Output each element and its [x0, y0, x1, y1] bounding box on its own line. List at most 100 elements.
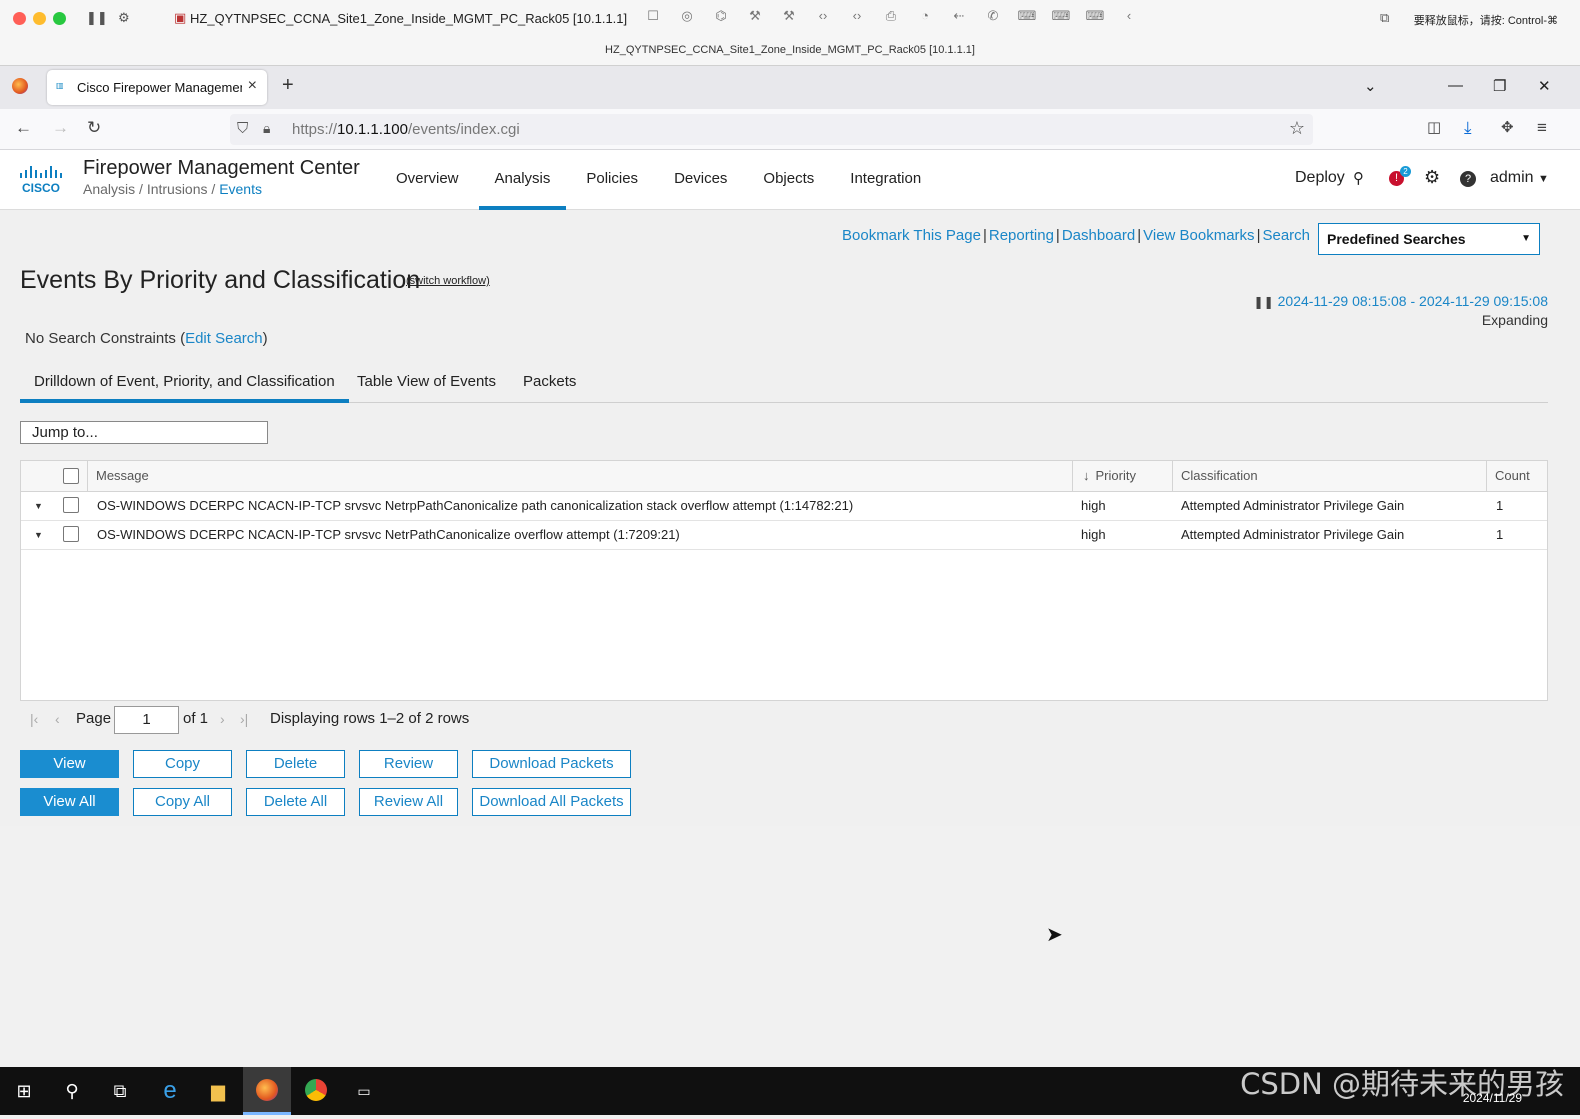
search-icon[interactable]: ⚲ [1353, 169, 1364, 187]
keyboard-third-icon[interactable]: ⌨ [1078, 8, 1112, 24]
url-bar[interactable]: ⛉ 🔒︎ https://10.1.1.100/events/index.cgi… [230, 114, 1313, 145]
downloads-icon[interactable]: ⤓ [1464, 118, 1472, 138]
table-row[interactable]: ▼ OS-WINDOWS DCERPC NCACN-IP-TCP srvsvc … [21, 492, 1547, 521]
nav-overview[interactable]: Overview [380, 150, 475, 210]
row-message[interactable]: OS-WINDOWS DCERPC NCACN-IP-TCP srvsvc Ne… [97, 492, 853, 520]
breadcrumb-analysis[interactable]: Analysis [83, 181, 135, 197]
expand-row-icon[interactable]: ▼ [34, 521, 43, 549]
back-icon[interactable]: ⇠ [942, 8, 976, 24]
row-checkbox[interactable] [63, 526, 79, 542]
close-window-button[interactable] [13, 12, 26, 25]
tab-packets[interactable]: Packets [509, 364, 590, 403]
firefox-taskbar-icon[interactable] [243, 1067, 291, 1115]
close-tab-icon[interactable]: × [248, 77, 257, 95]
download-all-packets-button[interactable]: Download All Packets [472, 788, 631, 816]
row-classification[interactable]: Attempted Administrator Privilege Gain [1181, 521, 1404, 549]
nav-policies[interactable]: Policies [570, 150, 654, 210]
dashboard-link[interactable]: Dashboard [1062, 227, 1135, 244]
view-all-button[interactable]: View All [20, 788, 119, 816]
shield-icon[interactable]: ⛉ [237, 120, 248, 137]
close-icon[interactable]: ✕ [1538, 77, 1551, 95]
reporting-link[interactable]: Reporting [989, 227, 1054, 244]
row-classification[interactable]: Attempted Administrator Privilege Gain [1181, 492, 1404, 520]
chevron-left-icon[interactable]: ‹ [1112, 8, 1146, 24]
prev-page-icon[interactable]: ‹ [55, 711, 60, 727]
deploy-button[interactable]: Deploy [1295, 169, 1345, 187]
delete-button[interactable]: Delete [246, 750, 345, 778]
row-priority[interactable]: high [1081, 521, 1106, 549]
phone-icon[interactable]: ✆ [976, 8, 1010, 24]
download-packets-button[interactable]: Download Packets [472, 750, 631, 778]
zoom-window-button[interactable] [53, 12, 66, 25]
code-alt-icon[interactable]: ‹› [840, 8, 874, 24]
nav-integration[interactable]: Integration [834, 150, 937, 210]
window-icon[interactable]: ☐ [636, 8, 670, 24]
switch-workflow-link[interactable]: (switch workflow) [406, 275, 490, 287]
new-tab-icon[interactable]: + [282, 74, 294, 97]
copy-all-button[interactable]: Copy All [133, 788, 232, 816]
extensions-icon[interactable]: ✥ [1501, 118, 1514, 136]
minimize-icon[interactable]: — [1448, 77, 1463, 94]
nav-devices[interactable]: Devices [658, 150, 743, 210]
last-page-icon[interactable]: ›| [240, 711, 248, 727]
reload-icon[interactable]: ↻ [87, 118, 101, 138]
row-count[interactable]: 1 [1496, 521, 1503, 549]
review-all-button[interactable]: Review All [359, 788, 458, 816]
internet-explorer-icon[interactable]: e [146, 1067, 194, 1115]
bookmark-star-icon[interactable]: ☆ [1289, 118, 1305, 139]
chrome-icon[interactable] [292, 1067, 340, 1115]
column-classification[interactable]: Classification [1172, 461, 1486, 491]
select-all-checkbox[interactable] [63, 468, 79, 484]
first-page-icon[interactable]: |‹ [30, 711, 38, 727]
windows-start-icon[interactable]: ⊞ [0, 1067, 48, 1115]
breadcrumb-intrusions[interactable]: Intrusions [147, 181, 208, 197]
view-bookmarks-link[interactable]: View Bookmarks [1143, 227, 1254, 244]
copy-button[interactable]: Copy [133, 750, 232, 778]
keyboard-icon[interactable]: ⌨ [1010, 8, 1044, 24]
user-icon[interactable]: ◔ [908, 8, 942, 24]
pause-icon[interactable]: ❚❚ [86, 10, 108, 26]
predefined-searches-select[interactable]: Predefined Searches ▼ [1318, 223, 1540, 255]
gear-icon[interactable]: ⚙ [1424, 167, 1440, 188]
jump-to-select[interactable]: Jump to... [20, 421, 268, 444]
back-arrow-icon[interactable]: ← [15, 118, 32, 138]
search-icon[interactable]: ⚲ [48, 1067, 96, 1115]
nav-analysis[interactable]: Analysis [478, 150, 567, 210]
keyboard-alt-icon[interactable]: ⌨ [1044, 8, 1078, 24]
list-tabs-icon[interactable]: ⌄ [1364, 77, 1377, 95]
expand-row-icon[interactable]: ▼ [34, 492, 43, 520]
page-number-input[interactable]: 1 [114, 706, 179, 734]
lock-icon[interactable]: 🔒︎ [263, 120, 270, 137]
time-range[interactable]: ❚❚ 2024-11-29 08:15:08 - 2024-11-29 09:15… [1254, 293, 1548, 309]
view-button[interactable]: View [20, 750, 119, 778]
task-view-icon[interactable]: ⧉ [96, 1067, 144, 1115]
printer-icon[interactable]: ⎙ [874, 8, 908, 24]
copy-icon[interactable]: ⧉ [1380, 10, 1389, 26]
forward-arrow-icon[interactable]: → [52, 118, 69, 138]
edit-search-link[interactable]: Edit Search [185, 330, 263, 347]
firefox-icon[interactable] [12, 78, 28, 94]
help-icon[interactable]: ? [1460, 171, 1476, 187]
settings-icon[interactable]: ⚙ [118, 10, 130, 26]
column-message[interactable]: Message [87, 461, 1072, 491]
nav-objects[interactable]: Objects [747, 150, 830, 210]
pocket-icon[interactable]: ◫ [1427, 118, 1441, 136]
column-priority[interactable]: ↓ Priority [1072, 461, 1172, 491]
review-button[interactable]: Review [359, 750, 458, 778]
row-checkbox[interactable] [63, 497, 79, 513]
restore-icon[interactable]: ❐ [1493, 77, 1506, 95]
tool-icon[interactable]: ⚒ [772, 8, 806, 24]
camera-icon[interactable]: ◎ [670, 8, 704, 24]
next-page-icon[interactable]: › [220, 711, 225, 727]
minimize-window-button[interactable] [33, 12, 46, 25]
terminal-icon[interactable]: ▭ [340, 1067, 388, 1115]
menu-icon[interactable]: ≡ [1537, 118, 1547, 138]
user-menu[interactable]: admin ▼ [1490, 169, 1549, 187]
cisco-logo[interactable]: CISCO [19, 164, 69, 196]
search-link[interactable]: Search [1262, 227, 1310, 244]
bookmark-page-link[interactable]: Bookmark This Page [842, 227, 981, 244]
browser-tab-active[interactable]: ▥ Cisco Firepower Management Center × [47, 70, 267, 105]
pause-icon[interactable]: ❚❚ [1254, 295, 1274, 309]
time-range-text[interactable]: 2024-11-29 08:15:08 - 2024-11-29 09:15:0… [1278, 293, 1548, 309]
tab-table-view[interactable]: Table View of Events [343, 364, 510, 403]
